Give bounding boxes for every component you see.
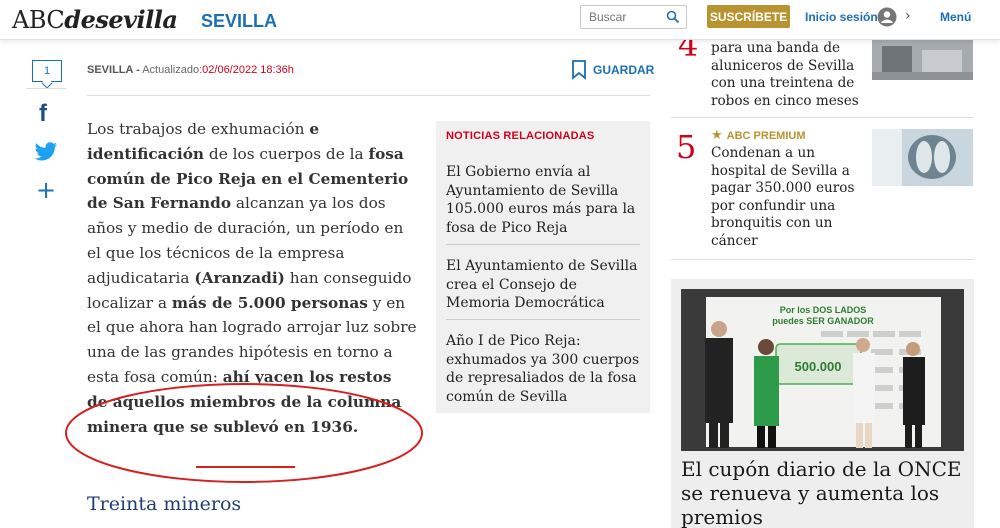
related-news-title: NOTICIAS RELACIONADAS — [446, 130, 595, 142]
social-divider — [26, 88, 66, 89]
save-button[interactable]: GUARDAR — [571, 60, 654, 80]
related-divider — [446, 319, 640, 320]
promo-photo: Por los DOS LADOS puedes SER GANADOR 500… — [681, 289, 964, 451]
twitter-icon[interactable] — [34, 142, 58, 162]
paragraph-segment-bold: más de 5.000 personas — [171, 293, 368, 312]
meta-section[interactable]: SEVILLA - — [87, 64, 140, 76]
paragraph-segment: de los cuerpos de la — [204, 144, 369, 163]
save-label: GUARDAR — [593, 63, 655, 77]
article-meta: SEVILLA - Actualizado:02/06/2022 18:36h — [87, 64, 294, 76]
related-divider — [446, 244, 640, 245]
article-subtitle: Treinta mineros — [87, 493, 242, 515]
paragraph-segment-bold: (Aranzadi) — [194, 268, 285, 287]
more-share-icon[interactable]: + — [36, 176, 56, 204]
rank-divider — [671, 117, 974, 118]
search-icon[interactable] — [666, 10, 680, 24]
subscribe-button[interactable]: SUSCRÍBETE — [707, 5, 790, 28]
login-link[interactable]: Inicio sesión — [805, 10, 878, 24]
meta-updated-date: 02/06/2022 18:36h — [202, 64, 294, 76]
star-icon: ★ — [711, 128, 723, 143]
rank-item-4-thumbnail[interactable] — [872, 40, 973, 80]
site-header: ABCdesevilla SEVILLA SUSCRÍBETE Inicio s… — [0, 0, 1000, 40]
paragraph-segment: Los trabajos de exhumación — [87, 120, 310, 138]
section-link[interactable]: SEVILLA — [201, 11, 277, 32]
promo-banner-line1: Por los DOS LADOS — [780, 305, 867, 315]
premium-badge-label: ABC PREMIUM — [726, 129, 806, 142]
search-input[interactable] — [589, 6, 669, 28]
rank-number-5: 5 — [676, 128, 697, 166]
facebook-icon[interactable]: f — [39, 100, 47, 128]
promo-image[interactable]: Por los DOS LADOS puedes SER GANADOR 500… — [681, 289, 964, 451]
related-news-item[interactable]: El Ayuntamiento de Sevilla crea el Conse… — [446, 257, 642, 313]
site-logo[interactable]: ABCdesevilla — [12, 5, 178, 34]
menu-button[interactable]: Menú — [940, 10, 971, 24]
promo-prize-text: 500.000 — [795, 359, 842, 374]
rank-item-5-link[interactable]: Condenan a un hospital de Sevilla a paga… — [711, 145, 869, 250]
rank-divider — [671, 259, 974, 260]
article-paragraph: Los trabajos de exhumación e identificac… — [87, 117, 417, 439]
promo-banner-line2: puedes SER GANADOR — [772, 316, 874, 326]
premium-badge: ★ ABC PREMIUM — [711, 128, 806, 143]
related-news-box: NOTICIAS RELACIONADAS El Gobierno envía … — [436, 121, 650, 413]
meta-divider — [87, 95, 650, 96]
rank-item-4-link[interactable]: para una banda de aluniceros de Sevilla … — [711, 40, 871, 110]
thumbnail-image — [872, 40, 973, 80]
logo-city: desevilla — [64, 5, 178, 34]
related-news-item[interactable]: Año I de Pico Reja: exhumados ya 300 cue… — [446, 332, 642, 406]
related-news-item[interactable]: El Gobierno envía al Ayuntamiento de Sev… — [446, 163, 642, 237]
user-icon[interactable] — [877, 7, 897, 27]
promo-title[interactable]: El cupón diario de la ONCE se renueva y … — [681, 457, 971, 528]
comments-count-button[interactable]: 1 — [32, 60, 62, 82]
meta-updated-label: Actualizado: — [142, 64, 203, 76]
logo-abc: ABC — [12, 6, 65, 34]
promo-card[interactable]: Por los DOS LADOS puedes SER GANADOR 500… — [671, 279, 974, 528]
chevron-right-icon[interactable]: › — [905, 8, 911, 24]
search-box[interactable] — [580, 5, 687, 29]
rank-item-5-thumbnail[interactable] — [872, 129, 973, 186]
bookmark-icon — [572, 60, 586, 80]
thumbnail-image — [872, 129, 973, 186]
